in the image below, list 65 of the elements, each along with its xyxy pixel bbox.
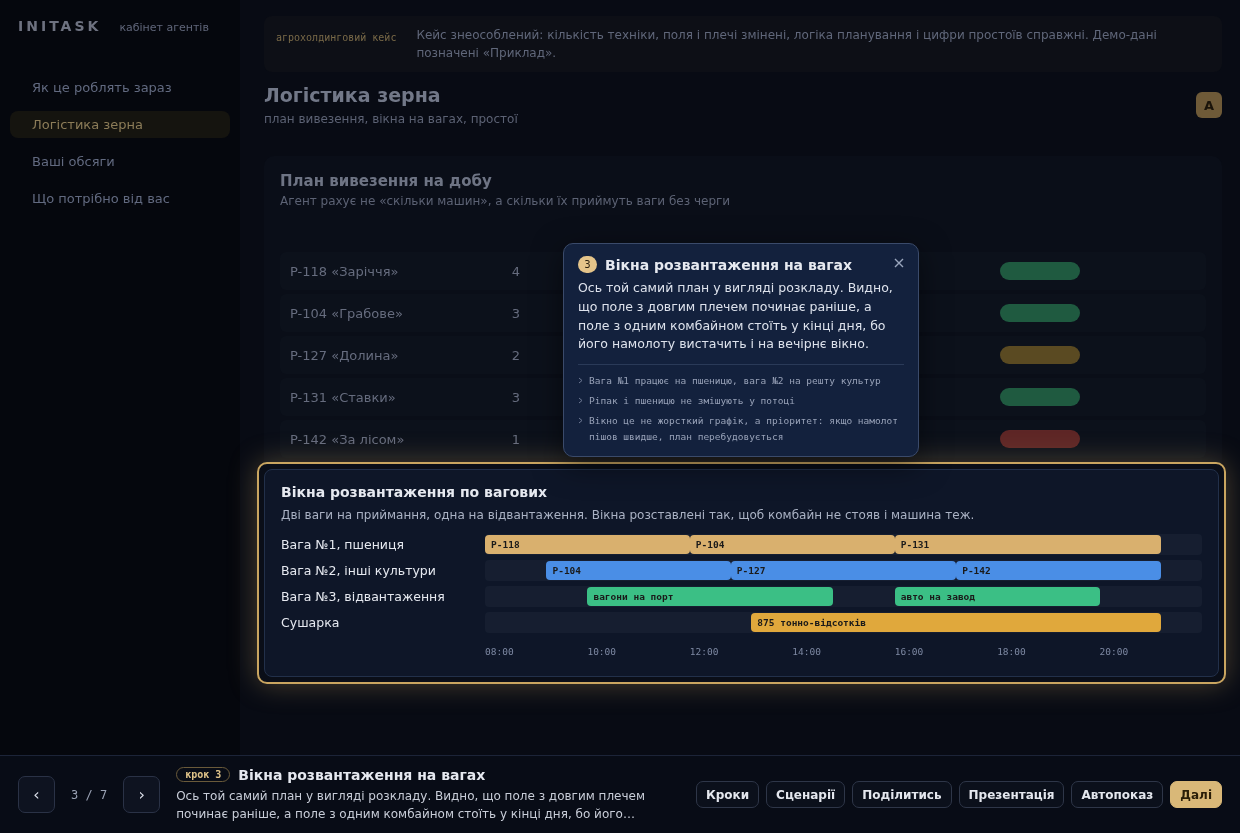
schedule-bar: P-142 bbox=[956, 561, 1161, 580]
table-cell-text: P-104 «Грабове» bbox=[290, 305, 404, 321]
step-counter: 3 / 7 bbox=[71, 787, 108, 802]
previous-button[interactable]: ‹ bbox=[18, 776, 55, 813]
note-text: Ріпак і пшеницю не змішують у потоці bbox=[589, 394, 795, 409]
tour-button[interactable]: Презентація bbox=[958, 781, 1065, 808]
lane-label: Вага №1, пшениця bbox=[281, 537, 405, 552]
schedule-bar: P-127 bbox=[730, 561, 957, 580]
lane-label: Вага №3, відвантаження bbox=[281, 589, 446, 604]
sidebar-item[interactable]: Як це роблять зараз bbox=[10, 74, 230, 101]
table-cell-text: P-142 «За лісом» bbox=[290, 431, 406, 447]
step-description: Ось той самий план у вигляді розкладу. Видно, що поле з довгим плечем починає раніше, а поле з одним комбайном стоїть у кінці дня, бо його… bbox=[176, 787, 646, 823]
time-label: 12:00 bbox=[689, 646, 719, 657]
time-label: 20:00 bbox=[1099, 646, 1129, 657]
schedule-bar: авто на завод bbox=[894, 587, 1100, 606]
table-cell-text: 3 bbox=[510, 305, 520, 321]
tour-button[interactable]: Далі bbox=[1170, 781, 1222, 808]
note-text: Вага №1 працює на пшеницю, вага №2 на решту культур bbox=[589, 374, 881, 388]
schedule-bar: P-118 bbox=[485, 535, 690, 554]
table-cell-text: 2 bbox=[510, 347, 520, 363]
time-label: 14:00 bbox=[792, 646, 821, 657]
tour-button[interactable]: Сценарії bbox=[766, 781, 846, 808]
page-title: Логістика зерна bbox=[264, 84, 442, 106]
tour-button[interactable]: Автопоказ bbox=[1071, 781, 1164, 808]
table-cell-text: P-127 «Долина» bbox=[290, 347, 400, 363]
chevron-icon bbox=[578, 397, 583, 405]
chevron-icon bbox=[578, 377, 583, 384]
banner-text: Кейс знеособлений: кількість техніки, поля і плечі змінені, логіка планування і цифри простоїв справжні. Демо-дані позначені «Приклад». bbox=[416, 27, 1158, 62]
lane-label: Сушарка bbox=[281, 615, 341, 630]
card-title: План вивезення на добу bbox=[280, 172, 493, 190]
schedule-bar: P-104 bbox=[546, 561, 731, 580]
popover-title: Вікна розвантаження на вагах bbox=[605, 256, 853, 273]
table-cell-text: P-118 «Заріччя» bbox=[290, 263, 400, 279]
schedule-bar: 875 тонно-відсотків bbox=[751, 613, 1161, 632]
brand-logo: INITASK bbox=[18, 18, 102, 34]
schedule-bar: вагони на порт bbox=[587, 587, 834, 606]
lane-label: Вага №2, інші культури bbox=[281, 563, 437, 578]
time-label: 16:00 bbox=[894, 646, 924, 657]
schedule-bar: P-131 bbox=[894, 535, 1161, 554]
card-subtitle: Агент рахує не «скільки машин», а скільки їх приймуть ваги без черги bbox=[280, 194, 732, 208]
close-icon[interactable] bbox=[894, 258, 904, 268]
chevron-icon bbox=[578, 417, 583, 425]
card-title: Вікна розвантаження по вагових bbox=[281, 484, 549, 500]
time-label: 18:00 bbox=[997, 646, 1026, 657]
sidebar-item[interactable]: Ваші обсяги bbox=[10, 148, 230, 175]
sidebar-item[interactable]: Що потрібно від вас bbox=[10, 185, 230, 212]
time-label: 10:00 bbox=[587, 646, 617, 657]
time-label: 08:00 bbox=[485, 646, 514, 657]
step-number: 3 bbox=[578, 256, 597, 273]
popover-text: Ось той самий план у вигляді розкладу. Видно, що поле з довгим плечем починає раніше, а поле з одним комбайном стоїть у кінці дня, бо його намолоту вистачить і на вечірнє вікно. bbox=[578, 279, 904, 365]
next-button[interactable]: › bbox=[123, 776, 161, 813]
note-text: Вікно це не жорсткий графік, а пріоритет: якщо намолот пішов швидше, план перебудовується bbox=[589, 414, 899, 444]
table-cell-text: P-131 «Ставки» bbox=[290, 389, 397, 405]
card-subtitle: Дві ваги на приймання, одна на відвантаження. Вікна розставлені так, щоб комбайн не стояв і машина теж. bbox=[281, 508, 976, 522]
banner-label: агрохолдинговий кейс bbox=[276, 31, 397, 45]
sidebar-item[interactable]: Логістика зерна bbox=[10, 111, 230, 138]
tour-button[interactable]: Поділитись bbox=[852, 781, 952, 808]
tour-button[interactable]: Кроки bbox=[695, 781, 760, 808]
step-title: Вікна розвантаження на вагах bbox=[238, 766, 486, 783]
table-cell-text: 3 bbox=[510, 389, 520, 405]
schedule-bar: P-104 bbox=[689, 535, 895, 554]
page-subtitle: план вивезення, вікна на вагах, простої bbox=[264, 112, 518, 126]
table-cell-text: 1 bbox=[510, 431, 520, 447]
table-cell-text: 4 bbox=[510, 263, 520, 279]
brand-caption: кабінет агентів bbox=[119, 21, 209, 34]
